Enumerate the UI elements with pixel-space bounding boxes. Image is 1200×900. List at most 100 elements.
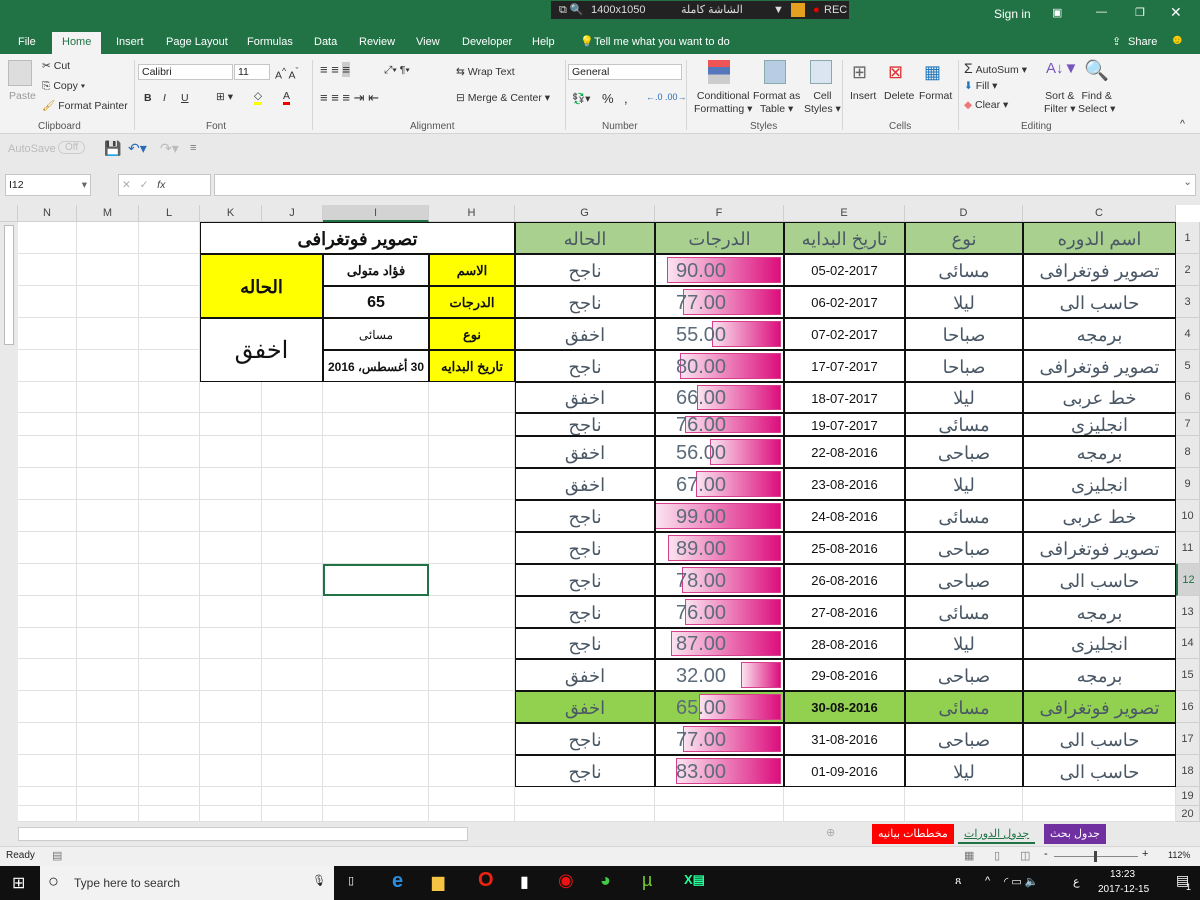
clear-button[interactable]: ◆ Clear ▾ xyxy=(964,99,1008,111)
tab-review[interactable]: Review xyxy=(355,34,399,54)
row-header-6[interactable]: 6 xyxy=(1176,382,1200,413)
table-cell-status[interactable]: اخفق xyxy=(515,691,655,723)
clock-time[interactable]: 13:23 xyxy=(1110,869,1135,880)
lookup-grade-label[interactable]: الدرجات xyxy=(429,286,515,318)
cell-styles-button[interactable]: Cell Styles ▾ xyxy=(804,90,841,116)
table-cell-grade[interactable]: 78.00 xyxy=(655,564,784,596)
number-format-select[interactable]: General xyxy=(568,64,682,80)
cell[interactable] xyxy=(429,787,515,806)
table-cell-status[interactable]: ناجح xyxy=(515,532,655,564)
lookup-start-label[interactable]: تاريخ البدايه xyxy=(429,350,515,382)
cell[interactable] xyxy=(262,564,323,596)
table-header-status[interactable]: الحاله xyxy=(515,222,655,254)
row-header-18[interactable]: 18 xyxy=(1176,755,1200,787)
table-cell-status[interactable]: اخفق xyxy=(515,382,655,413)
cell[interactable] xyxy=(18,413,77,436)
conditional-formatting-icon[interactable] xyxy=(708,60,730,84)
table-cell-start[interactable]: 28-08-2016 xyxy=(784,628,905,659)
enter-icon[interactable]: ✓ xyxy=(140,179,149,191)
table-cell-type[interactable]: صباحى xyxy=(905,723,1023,755)
system-tray-icons[interactable]: ◜ ▭ 🔈 xyxy=(1004,875,1038,888)
cell[interactable] xyxy=(18,500,77,532)
cell[interactable] xyxy=(139,382,200,413)
table-cell-course[interactable]: انجليزى xyxy=(1023,468,1176,500)
dropdown-icon[interactable]: ▼ xyxy=(773,1,784,19)
cell[interactable] xyxy=(262,806,323,822)
zoom-level[interactable]: 112% xyxy=(1168,850,1190,860)
font-color-icon[interactable]: A xyxy=(283,90,291,105)
cell[interactable] xyxy=(139,755,200,787)
recorder-app-icon[interactable]: ◉ xyxy=(558,870,574,891)
table-cell-grade[interactable]: 65.00 xyxy=(655,691,784,723)
table-cell-type[interactable]: صباحا xyxy=(905,350,1023,382)
cell[interactable] xyxy=(323,691,429,723)
cell[interactable] xyxy=(262,755,323,787)
cell[interactable] xyxy=(262,468,323,500)
customize-qat-icon[interactable]: ≡ xyxy=(190,142,196,154)
find-select-button[interactable]: Find & Select ▾ xyxy=(1078,90,1115,116)
document-icon[interactable]: ▮ xyxy=(520,872,529,892)
table-cell-course[interactable]: تصوير فوتغرافى xyxy=(1023,254,1176,286)
tab-view[interactable]: View xyxy=(412,34,444,54)
wrap-text-button[interactable]: ⇆ Wrap Text xyxy=(456,66,515,78)
paste-button[interactable]: Paste xyxy=(9,90,36,102)
borders-icon[interactable]: ⊞ ▾ xyxy=(216,91,233,103)
cell[interactable] xyxy=(429,436,515,468)
cell[interactable] xyxy=(200,596,262,628)
table-cell-grade[interactable]: 77.00 xyxy=(655,723,784,755)
cell[interactable] xyxy=(429,564,515,596)
table-cell-grade[interactable]: 76.00 xyxy=(655,596,784,628)
sign-in-link[interactable]: Sign in xyxy=(994,7,1031,21)
table-header-type[interactable]: نوع xyxy=(905,222,1023,254)
cell[interactable] xyxy=(200,659,262,691)
table-cell-status[interactable]: ناجح xyxy=(515,254,655,286)
cell[interactable] xyxy=(200,436,262,468)
tab-page-layout[interactable]: Page Layout xyxy=(162,34,232,54)
decimal-icons[interactable]: ←.0 .00→ xyxy=(646,92,687,102)
cell[interactable] xyxy=(77,806,139,822)
tab-developer[interactable]: Developer xyxy=(458,34,516,54)
fill-color-icon[interactable]: ◇ xyxy=(254,90,263,105)
font-name-select[interactable]: Calibri xyxy=(138,64,233,80)
tab-help[interactable]: Help xyxy=(528,34,559,54)
cell[interactable] xyxy=(77,691,139,723)
table-cell-start[interactable]: 22-08-2016 xyxy=(784,436,905,468)
merge-center-button[interactable]: ⊟ Merge & Center ▾ xyxy=(456,92,550,104)
cell[interactable] xyxy=(262,787,323,806)
lookup-type-label[interactable]: نوع xyxy=(429,318,515,350)
table-cell-course[interactable]: تصوير فوتغرافى xyxy=(1023,532,1176,564)
column-header-n[interactable]: N xyxy=(18,205,77,222)
table-cell-status[interactable]: ناجح xyxy=(515,350,655,382)
table-cell-course[interactable]: حاسب الى xyxy=(1023,723,1176,755)
comma-button[interactable]: , xyxy=(624,91,628,106)
redo-icon[interactable]: ↷▾ xyxy=(160,140,179,157)
row-header-16[interactable]: 16 xyxy=(1176,691,1200,723)
table-cell-course[interactable]: انجليزى xyxy=(1023,413,1176,436)
table-cell-type[interactable]: صباحى xyxy=(905,436,1023,468)
column-header-k[interactable]: K xyxy=(200,205,262,222)
cell[interactable] xyxy=(323,436,429,468)
cell[interactable] xyxy=(200,628,262,659)
cell[interactable] xyxy=(18,436,77,468)
cell[interactable] xyxy=(323,755,429,787)
row-header-14[interactable]: 14 xyxy=(1176,628,1200,659)
currency-icon[interactable]: 💱▾ xyxy=(572,92,590,105)
chrome-icon[interactable]: ◕ xyxy=(600,870,611,891)
table-cell-grade[interactable]: 99.00 xyxy=(655,500,784,532)
cell[interactable] xyxy=(262,500,323,532)
table-cell-course[interactable]: تصوير فوتغرافى xyxy=(1023,350,1176,382)
lookup-type-value[interactable]: مسائى xyxy=(323,318,429,350)
cell[interactable] xyxy=(429,659,515,691)
row-header-12[interactable]: 12 xyxy=(1176,564,1200,596)
cell[interactable] xyxy=(77,413,139,436)
table-cell-course[interactable]: خط عربى xyxy=(1023,500,1176,532)
cell[interactable] xyxy=(784,787,905,806)
macro-record-icon[interactable]: ▤ xyxy=(52,849,62,862)
cell[interactable] xyxy=(18,691,77,723)
cell[interactable] xyxy=(139,564,200,596)
tab-file[interactable]: File xyxy=(14,34,40,54)
table-cell-start[interactable]: 25-08-2016 xyxy=(784,532,905,564)
cell[interactable] xyxy=(1023,806,1176,822)
table-header-start[interactable]: تاريخ البدايه xyxy=(784,222,905,254)
row-header-4[interactable]: 4 xyxy=(1176,318,1200,350)
